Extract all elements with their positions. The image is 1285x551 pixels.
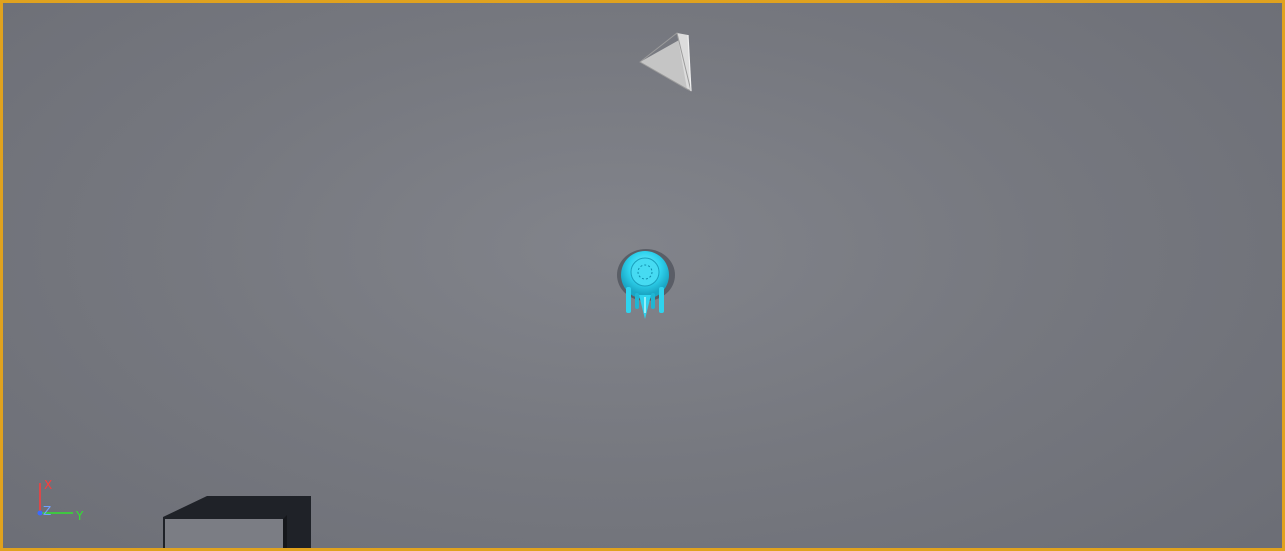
block-cutout — [165, 519, 283, 548]
axis-y-label: Y — [76, 509, 84, 523]
axis-z-label: Z — [43, 504, 52, 518]
player-ship-icon[interactable] — [615, 243, 677, 323]
axis-gizmo: X Z Y — [33, 477, 103, 529]
camera-actor-icon[interactable] — [637, 31, 695, 97]
ship-strut-left — [626, 287, 631, 313]
axis-z-dot — [37, 510, 43, 516]
ship-fin-right — [651, 293, 655, 309]
ship-fin-left — [635, 293, 639, 309]
axis-x-label: X — [44, 478, 53, 492]
block-inner-edge — [283, 515, 287, 548]
floor-block-mesh[interactable] — [163, 491, 315, 551]
ship-core — [630, 257, 660, 287]
level-viewport[interactable]: X Z Y — [0, 0, 1285, 551]
ship-strut-right — [659, 287, 664, 313]
